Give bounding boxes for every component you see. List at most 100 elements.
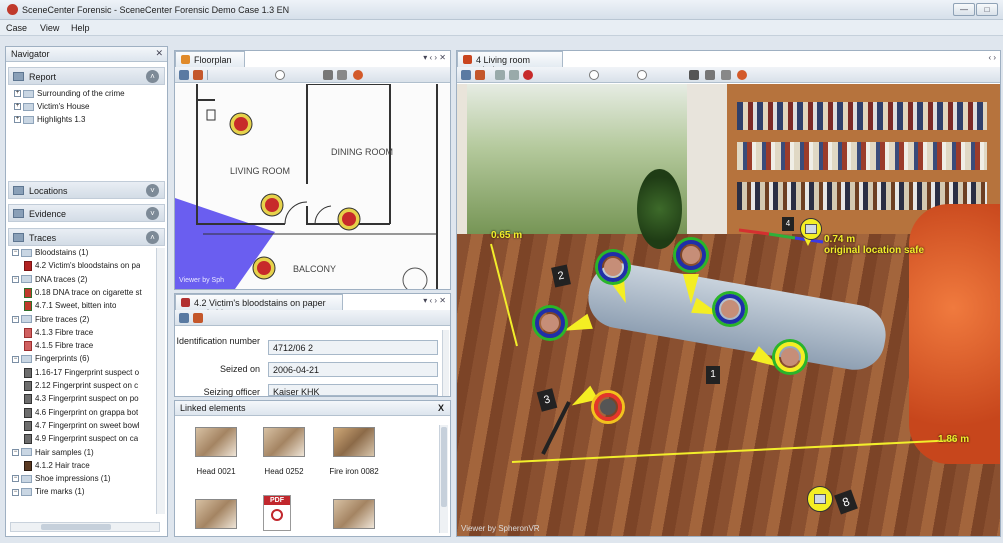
trace-tree-item[interactable]: − DNA traces (2): [12, 275, 87, 284]
floorplan-marker[interactable]: [229, 112, 253, 136]
expand-toggle-icon[interactable]: −: [12, 315, 19, 323]
floorplan-marker[interactable]: [252, 256, 276, 280]
scroll-thumb[interactable]: [41, 524, 111, 530]
tools-icon[interactable]: [193, 313, 203, 323]
tab-living-room-window[interactable]: 4 Living room window: [457, 51, 563, 75]
record-icon[interactable]: [523, 70, 533, 80]
funnel-icon[interactable]: [721, 70, 731, 80]
measure-icon[interactable]: [689, 70, 699, 80]
trace-tree-item[interactable]: 2.12 Fingerprint suspect on c: [24, 381, 138, 391]
linked-thumbnail[interactable]: [333, 499, 375, 529]
trace-tree-item[interactable]: 4.6 Fingerprint on grappa bot: [24, 407, 138, 418]
expand-toggle-icon[interactable]: −: [12, 475, 19, 483]
trace-tree-item[interactable]: − Hair samples (1): [12, 448, 94, 457]
locations-section-header[interactable]: Locations ˅: [8, 181, 165, 199]
linked-thumbnail[interactable]: [263, 427, 305, 457]
maximize-button[interactable]: □: [976, 3, 998, 16]
tree-item-surrounding[interactable]: + Surrounding of the crime: [14, 89, 125, 98]
expand-toggle-icon[interactable]: −: [12, 275, 19, 283]
panel-controls[interactable]: ▾ ‹ › ✕: [423, 53, 446, 62]
traces-section-header[interactable]: Traces ˄: [8, 228, 165, 246]
trace-tree-item[interactable]: 4.3 Fingerprint suspect on po: [24, 394, 139, 405]
close-icon[interactable]: ✕: [155, 48, 163, 59]
globe-icon[interactable]: [737, 70, 747, 80]
seizing-officer-field[interactable]: Kaiser KHK: [268, 384, 438, 396]
evidence-number-card[interactable]: 1: [706, 366, 720, 384]
expand-toggle-icon[interactable]: −: [12, 488, 19, 496]
trace-marker[interactable]: [594, 393, 622, 421]
vertical-scrollbar[interactable]: [442, 330, 449, 396]
floorplan-marker[interactable]: [260, 193, 284, 217]
funnel-icon[interactable]: [337, 70, 347, 80]
layers-icon[interactable]: [179, 70, 189, 80]
expand-toggle-icon[interactable]: −: [12, 249, 19, 257]
trace-tree-item[interactable]: − Fibre traces (2): [12, 315, 89, 324]
zoom-in-icon[interactable]: [637, 70, 647, 80]
layers-icon[interactable]: [179, 313, 189, 323]
floorplan-drawing[interactable]: LIVING ROOM DINING ROOM BALCONY Viewer b…: [175, 84, 450, 289]
trace-tree-item[interactable]: 4.7 Fingerprint on sweet bowl: [24, 420, 140, 431]
expand-toggle-icon[interactable]: −: [12, 448, 19, 456]
panel-controls[interactable]: ‹ ›: [988, 53, 996, 62]
trace-tree-item[interactable]: − Bloodstains (1): [12, 248, 88, 257]
trace-tree-item[interactable]: 0.18 DNA trace on cigarette st: [24, 287, 142, 298]
linked-thumbnail[interactable]: [195, 427, 237, 457]
menu-view[interactable]: View: [40, 23, 59, 33]
globe-icon[interactable]: [353, 70, 363, 80]
trace-tree-item[interactable]: − Shoe impressions (1): [12, 474, 111, 483]
trace-tree-item[interactable]: 4.1.3 Fibre trace: [24, 327, 93, 338]
tab-bloodstains[interactable]: 4.2 Victim's bloodstains on paper and sh…: [175, 294, 343, 318]
trace-tree-item[interactable]: − Tire marks (1): [12, 487, 84, 496]
linked-thumbnail[interactable]: [333, 427, 375, 457]
forward-icon[interactable]: [509, 70, 519, 80]
scroll-thumb[interactable]: [441, 427, 447, 507]
panel-controls[interactable]: ▾ ‹ › ✕: [423, 296, 446, 305]
id-number-field[interactable]: 4712/06 2: [268, 340, 438, 355]
photo-marker[interactable]: [800, 218, 822, 240]
vertical-scrollbar[interactable]: [439, 425, 448, 533]
trace-tree-item[interactable]: 4.2 Victim's bloodstains on pa: [24, 261, 140, 272]
tree-item-highlights[interactable]: + Highlights 1.3: [14, 115, 85, 124]
evidence-section-header[interactable]: Evidence ˅: [8, 204, 165, 222]
filter-icon[interactable]: [323, 70, 333, 80]
collapse-icon[interactable]: ˄: [146, 70, 159, 83]
zoom-out-icon[interactable]: [589, 70, 599, 80]
collapse-icon[interactable]: ˄: [146, 231, 159, 244]
linked-thumbnail[interactable]: [195, 499, 237, 529]
trace-marker[interactable]: [676, 240, 706, 270]
tools-icon[interactable]: [193, 70, 203, 80]
floorplan-marker[interactable]: [337, 207, 361, 231]
pdf-icon[interactable]: PDF: [263, 495, 291, 531]
expand-icon[interactable]: ˅: [146, 207, 159, 220]
seized-on-field[interactable]: 2006-04-21: [268, 362, 438, 377]
trace-tree-item[interactable]: − Fingerprints (6): [12, 354, 89, 363]
zoom-icon[interactable]: [275, 70, 285, 80]
trace-marker[interactable]: [775, 342, 805, 372]
trace-marker[interactable]: [598, 252, 628, 282]
photo-marker[interactable]: [807, 486, 833, 512]
trace-marker[interactable]: [535, 308, 565, 338]
menu-case[interactable]: Case: [6, 23, 27, 33]
trace-tree-item[interactable]: 4.1.5 Fibre trace: [24, 341, 93, 352]
trace-tree-item[interactable]: 4.7.1 Sweet, bitten into: [24, 301, 116, 312]
vertical-scrollbar[interactable]: [156, 248, 165, 514]
trace-marker[interactable]: [715, 294, 745, 324]
trace-tree-item[interactable]: 1.16-17 Fingerprint suspect o: [24, 367, 139, 378]
menu-help[interactable]: Help: [71, 23, 90, 33]
horizontal-scrollbar[interactable]: [10, 522, 160, 532]
tab-floorplan[interactable]: Floorplan: [175, 51, 245, 67]
back-icon[interactable]: [495, 70, 505, 80]
minimize-button[interactable]: —: [953, 3, 975, 16]
close-button[interactable]: X: [438, 403, 444, 413]
layers-icon[interactable]: [461, 70, 471, 80]
trace-tree-item[interactable]: 4.1.2 Hair trace: [24, 460, 90, 471]
filter-icon[interactable]: [705, 70, 715, 80]
tools-icon[interactable]: [475, 70, 485, 80]
trace-tree-item[interactable]: 4.9 Fingerprint suspect on ca: [24, 434, 138, 445]
tree-item-victims-house[interactable]: + Victim's House: [14, 102, 90, 111]
evidence-number-card[interactable]: 4: [782, 217, 794, 231]
panorama-viewport[interactable]: 0.65 m 0.74 m original location safe 1.8…: [457, 84, 1000, 536]
report-section-header[interactable]: Report ˄: [8, 67, 165, 85]
expand-icon[interactable]: ˅: [146, 184, 159, 197]
expand-toggle-icon[interactable]: −: [12, 355, 19, 363]
